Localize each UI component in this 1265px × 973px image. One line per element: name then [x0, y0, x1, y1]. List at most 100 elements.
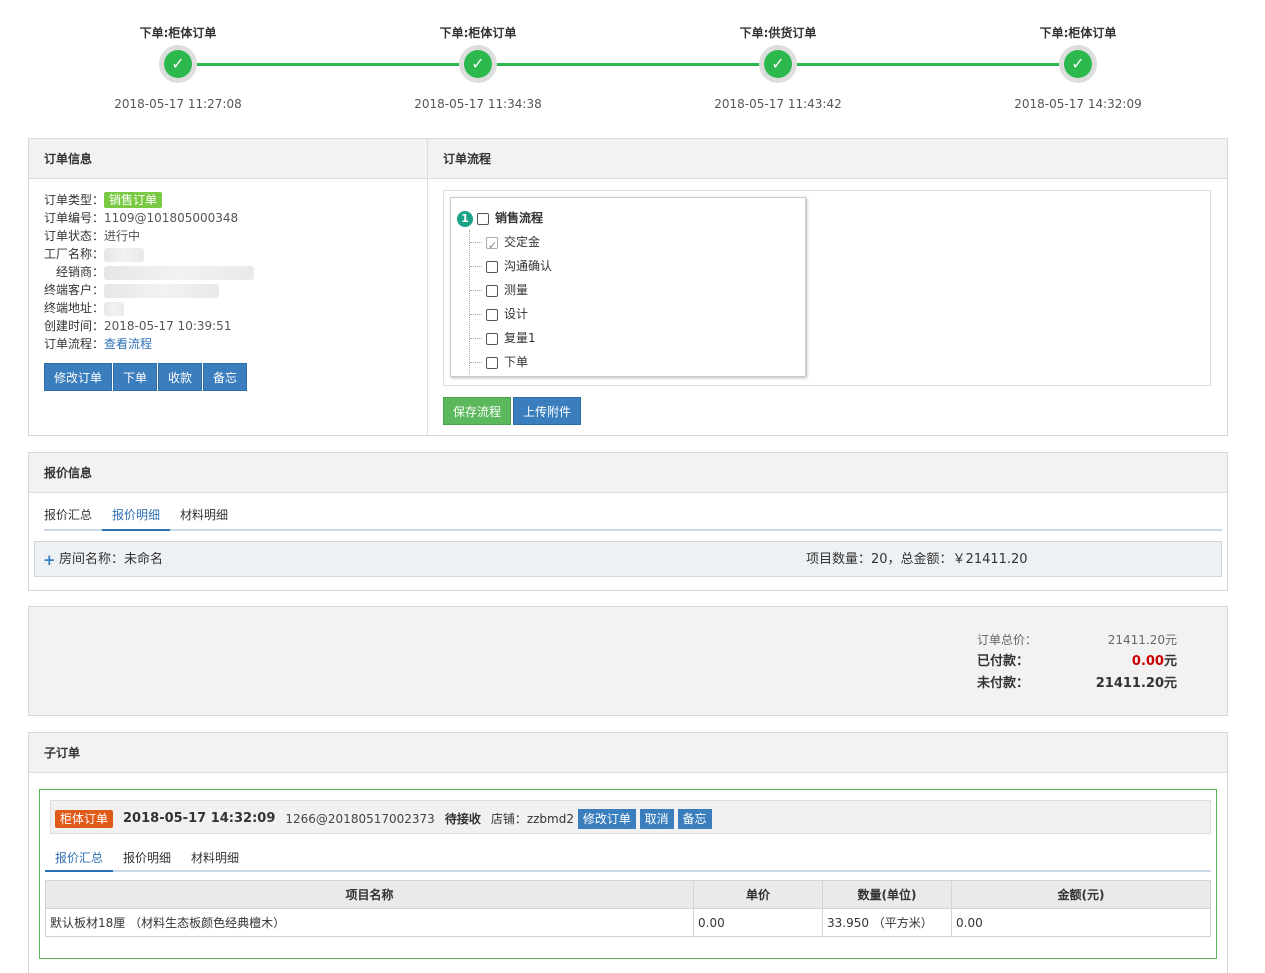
flow-item-checkbox[interactable] [486, 284, 498, 297]
tab-material-detail[interactable]: 材料明细 [181, 842, 249, 870]
timeline-line [178, 63, 1078, 66]
timeline-step: 下单:柜体订单 ✓ 2018-05-17 14:32:09 [998, 24, 1158, 111]
order-status-row: 订单状态：进行中 [44, 229, 141, 243]
column-header: 项目名称 [45, 880, 694, 909]
save-flow-button[interactable]: 保存流程 [443, 397, 512, 425]
memo-button[interactable]: 备忘 [203, 363, 248, 391]
created-time-row: 创建时间：2018-05-17 10:39:51 [44, 319, 232, 333]
order-timeline: 下单:柜体订单 ✓ 2018-05-17 11:27:08 下单:柜体订单 ✓ … [0, 0, 1265, 125]
created-time: 2018-05-17 10:39:51 [104, 319, 232, 333]
redacted-value [104, 265, 254, 280]
redacted-value [104, 283, 219, 298]
order-number: 1109@101805000348 [104, 211, 239, 225]
table-cell: 默认板材18厘 （材料生态板颜色经典檀木） [45, 908, 694, 937]
order-flow-heading: 订单流程 [428, 139, 1227, 179]
edit-order-button[interactable]: 修改订单 [44, 363, 113, 391]
timeline-step-title: 下单:柜体订单 [139, 26, 217, 40]
tab-quote-detail[interactable]: 报价明细 [102, 493, 171, 531]
expand-plus-icon[interactable]: + [43, 542, 56, 578]
customer-row: 终端客户： [44, 281, 427, 299]
redacted-value [104, 301, 124, 316]
upload-attachment-button[interactable]: 上传附件 [513, 397, 582, 425]
timeline-step-time: 2018-05-17 14:32:09 [1014, 97, 1142, 111]
sub-order-tabs: 报价汇总 报价明细 材料明细 [45, 842, 1211, 872]
total-price-row: 订单总价： 21411.20元 [937, 629, 1177, 651]
timeline-step-title: 下单:柜体订单 [439, 26, 517, 40]
sub-order-card: 柜体订单 2018-05-17 14:32:09 1266@201805170023… [39, 789, 1217, 959]
flow-item-checkbox[interactable] [486, 260, 498, 273]
flow-item-checkbox[interactable] [486, 356, 498, 369]
sub-order-status: 待接收 [444, 811, 481, 826]
unpaid-amount: 21411.20元 [1095, 676, 1177, 691]
order-info-section: 订单信息 订单类型： 销售订单 订单编号：1109@101805000348 订单… [29, 139, 428, 435]
flow-item: 交定金 [470, 230, 805, 258]
sub-order-header: 柜体订单 2018-05-17 14:32:09 1266@201805170023… [50, 800, 1211, 834]
check-circle-icon: ✓ [1059, 45, 1097, 83]
flow-tree: 1 销售流程 交定金 沟通确认 测量 设计 复量1 下单 [450, 197, 806, 377]
timeline-step: 下单:柜体订单 ✓ 2018-05-17 11:27:08 [98, 24, 258, 111]
sub-edit-order-button[interactable]: 修改订单 [577, 808, 636, 829]
timeline-step-title: 下单:柜体订单 [1039, 26, 1117, 40]
timeline-step-time: 2018-05-17 11:34:38 [414, 97, 542, 111]
total-price: 21411.20元 [1107, 633, 1177, 647]
unpaid-row: 未付款： 21411.20元 [937, 673, 1177, 695]
quote-panel: 报价信息 报价汇总 报价明细 材料明细 + 房间名称：未命名 项目数量：20，总金额… [28, 452, 1228, 591]
flow-item: 下单 [470, 350, 805, 374]
order-panel: 订单信息 订单类型： 销售订单 订单编号：1109@101805000348 订单… [28, 138, 1228, 436]
room-row[interactable]: + 房间名称：未命名 项目数量：20，总金额：￥21411.20 [34, 541, 1222, 577]
order-type-badge: 销售订单 [104, 192, 163, 208]
column-header: 单价 [693, 880, 823, 909]
place-order-button[interactable]: 下单 [113, 363, 158, 391]
flow-container: 1 销售流程 交定金 沟通确认 测量 设计 复量1 下单 [443, 190, 1211, 386]
tab-quote-detail[interactable]: 报价明细 [113, 842, 181, 870]
sub-cancel-button[interactable]: 取消 [639, 808, 674, 829]
flow-item: 设计 [470, 302, 805, 326]
order-info-heading: 订单信息 [29, 139, 427, 179]
paid-row: 已付款： 0.00元 [937, 651, 1177, 673]
root-checkbox[interactable] [477, 212, 489, 225]
flow-item: 复量1 [470, 326, 805, 350]
tab-quote-summary[interactable]: 报价汇总 [45, 842, 114, 872]
flow-item: 测量 [470, 278, 805, 302]
timeline-step-time: 2018-05-17 11:27:08 [114, 97, 242, 111]
check-circle-icon: ✓ [159, 45, 197, 83]
timeline-step-title: 下单:供货订单 [739, 26, 817, 40]
check-circle-icon: ✓ [759, 45, 797, 83]
table-row: 默认板材18厘 （材料生态板颜色经典檀木） 0.00 33.950 （平方米） … [45, 908, 1211, 937]
timeline-step-time: 2018-05-17 11:43:42 [714, 97, 842, 111]
view-flow-link[interactable]: 查看流程 [104, 337, 152, 351]
sub-memo-button[interactable]: 备忘 [677, 808, 712, 829]
flow-item-checkbox[interactable] [486, 308, 498, 321]
order-flow-section: 订单流程 1 销售流程 交定金 沟通确认 测量 设计 复量1 下单 保存流程上传附… [428, 139, 1227, 435]
order-type-row: 订单类型： 销售订单 [44, 191, 427, 209]
table-cell: 0.00 [951, 908, 1211, 937]
column-header: 金额(元) [951, 880, 1211, 909]
order-flow-row: 订单流程：查看流程 [44, 337, 153, 351]
sub-order-code: 1266@20180517002373 [285, 811, 435, 826]
table-cell: 33.950 （平方米） [822, 908, 952, 937]
room-name: 房间名称：未命名 [59, 552, 164, 567]
room-summary: 项目数量：20，总金额：￥21411.20 [806, 552, 1028, 567]
factory-row: 工厂名称： [44, 245, 427, 263]
sub-order-items-table: 项目名称 单价 数量(单位) 金额(元) 默认板材18厘 （材料生态板颜色经典檀… [45, 880, 1211, 937]
sub-order-store: 店铺：zzbmd2 [490, 811, 574, 826]
address-row: 终端地址： [44, 299, 427, 317]
dealer-row: 经销商： [44, 263, 427, 281]
tab-quote-summary[interactable]: 报价汇总 [44, 493, 102, 529]
sub-order-type-badge: 柜体订单 [55, 809, 114, 828]
order-number-row: 订单编号：1109@101805000348 [44, 211, 239, 225]
sub-order-date: 2018-05-17 14:32:09 [123, 810, 276, 826]
step-number-badge: 1 [457, 210, 473, 227]
flow-item-checkbox[interactable] [486, 332, 498, 345]
tab-material-detail[interactable]: 材料明细 [170, 493, 238, 529]
flow-item: 沟通确认 [470, 254, 805, 278]
flow-root-label: 销售流程 [495, 211, 544, 225]
collect-payment-button[interactable]: 收款 [158, 363, 203, 391]
sub-orders-heading: 子订单 [29, 733, 1227, 773]
flow-item-checkbox[interactable] [486, 234, 498, 258]
quote-heading: 报价信息 [29, 453, 1227, 493]
paid-amount: 0.00元 [1131, 654, 1177, 669]
sub-orders-panel: 子订单 柜体订单 2018-05-17 14:32:09 1266@20180517… [28, 732, 1228, 973]
timeline-step: 下单:供货订单 ✓ 2018-05-17 11:43:42 [698, 24, 858, 111]
flow-tree-root: 1 销售流程 [457, 206, 805, 230]
